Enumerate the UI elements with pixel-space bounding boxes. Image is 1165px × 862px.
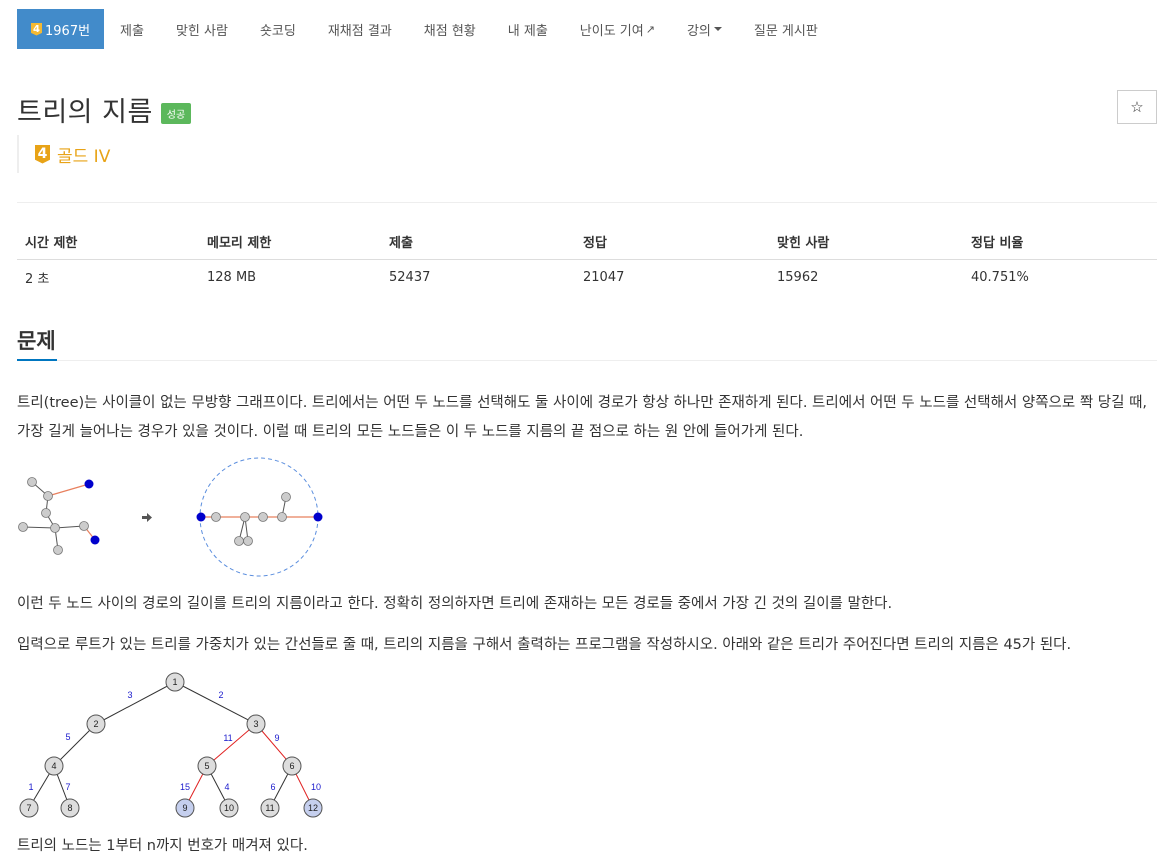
table-header-row: 시간 제한 메모리 제한 제출 정답 맞힌 사람 정답 비율 xyxy=(17,224,1157,260)
header-time-limit: 시간 제한 xyxy=(17,224,199,260)
tier-label: 골드 IV xyxy=(57,146,111,167)
star-icon: ☆ xyxy=(1130,99,1144,116)
problem-title-row: 트리의 지름 성공 xyxy=(17,90,192,129)
weighted-tree-diagram: 3 2 5 11 9 1 7 15 4 6 10 1 2 3 4 5 6 7 8… xyxy=(19,672,323,818)
cell-memory-limit: 128 MB xyxy=(207,270,257,285)
edge-weight: 9 xyxy=(274,733,279,743)
header-accept-ratio: 정답 비율 xyxy=(963,224,1157,260)
edge-weight: 5 xyxy=(65,732,70,742)
header-solved-users: 맞힌 사람 xyxy=(769,224,963,260)
edge-weight: 2 xyxy=(218,690,223,700)
nav-my-submissions[interactable]: 내 제출 xyxy=(492,9,564,49)
problem-paragraph-2: 이런 두 노드 사이의 경로의 길이를 트리의 지름이라고 한다. 정확히 정의… xyxy=(17,596,893,612)
tree-node-label: 3 xyxy=(253,719,258,729)
edge-weight: 7 xyxy=(65,782,70,792)
nav-submit[interactable]: 제출 xyxy=(104,9,160,49)
nav-problem-label: 1967번 xyxy=(45,23,91,39)
tree-node-label: 1 xyxy=(172,677,177,687)
section-heading: 문제 xyxy=(17,329,56,353)
nav-judge-status[interactable]: 채점 현황 xyxy=(408,9,492,49)
tree-node-label: 5 xyxy=(204,761,209,771)
header-submissions: 제출 xyxy=(381,224,575,260)
caret-down-icon xyxy=(713,27,722,31)
divider xyxy=(17,202,1157,203)
nav-difficulty-label: 난이도 기여 xyxy=(579,23,644,39)
favorite-star-button[interactable]: ☆ xyxy=(1117,90,1157,124)
tree-stretch-diagram xyxy=(18,457,323,577)
cell-accepted: 21047 xyxy=(583,270,625,285)
edge-weight: 10 xyxy=(311,782,321,792)
tree-node-label: 10 xyxy=(224,803,234,813)
edge-weight: 11 xyxy=(223,733,232,743)
cell-accept-ratio: 40.751% xyxy=(971,270,1029,285)
nav-lectures-dropdown[interactable]: 강의 xyxy=(671,9,738,49)
tree-node-label: 8 xyxy=(67,803,72,813)
page-title: 트리의 지름 xyxy=(17,97,153,128)
edge-weight: 1 xyxy=(28,782,33,792)
cell-submissions: 52437 xyxy=(389,270,431,285)
nav-lectures-label: 강의 xyxy=(686,23,711,39)
tier-block: 4 골드 IV xyxy=(17,135,110,173)
section-accent xyxy=(17,359,57,361)
table-row: 2 초 128 MB 52437 21047 15962 40.751% xyxy=(17,260,1157,296)
cell-time-limit: 2 초 xyxy=(25,272,50,287)
status-badge: 성공 xyxy=(160,103,192,124)
edge-weight: 3 xyxy=(127,690,132,700)
nav-rejudge-results[interactable]: 재채점 결과 xyxy=(312,9,408,49)
problem-info-table: 시간 제한 메모리 제한 제출 정답 맞힌 사람 정답 비율 2 초 128 M… xyxy=(17,224,1157,295)
edge-weight: 4 xyxy=(224,782,229,792)
problem-paragraph-3: 입력으로 루트가 있는 트리를 가중치가 있는 간선들로 줄 때, 트리의 지름… xyxy=(17,637,1072,653)
nav-difficulty-contribution[interactable]: 난이도 기여 ↗ xyxy=(564,9,671,49)
tree-node-label: 7 xyxy=(26,803,31,813)
tree-node-label: 9 xyxy=(182,803,187,813)
header-accepted: 정답 xyxy=(575,224,769,260)
edge-weight: 6 xyxy=(270,782,275,792)
external-link-icon: ↗ xyxy=(645,22,655,36)
header-memory-limit: 메모리 제한 xyxy=(199,224,381,260)
nav-problem-number[interactable]: 4 1967번 xyxy=(17,9,105,49)
tier-icon: 4 xyxy=(35,144,50,164)
problem-nav: 4 1967번 제출 맞힌 사람 숏코딩 재채점 결과 채점 현황 내 제출 난… xyxy=(17,9,834,49)
tree-node-label: 6 xyxy=(289,761,294,771)
nav-qna-board[interactable]: 질문 게시판 xyxy=(738,9,834,49)
tree-node-label: 12 xyxy=(308,803,318,813)
tier-icon: 4 xyxy=(31,22,42,36)
cell-solved-users: 15962 xyxy=(777,270,819,285)
nav-short-coding[interactable]: 숏코딩 xyxy=(244,9,312,49)
tree-node-label: 2 xyxy=(93,719,98,729)
nav-solved-users[interactable]: 맞힌 사람 xyxy=(160,9,244,49)
problem-paragraph-4: 트리의 노드는 1부터 n까지 번호가 매겨져 있다. xyxy=(17,838,308,854)
edge-weight: 15 xyxy=(180,782,190,792)
problem-paragraph-1: 트리(tree)는 사이클이 없는 무방향 그래프이다. 트리에서는 어떤 두 … xyxy=(17,395,1148,440)
tree-node-label: 11 xyxy=(265,803,274,813)
section-divider xyxy=(17,360,1157,361)
tree-node-label: 4 xyxy=(51,761,56,771)
